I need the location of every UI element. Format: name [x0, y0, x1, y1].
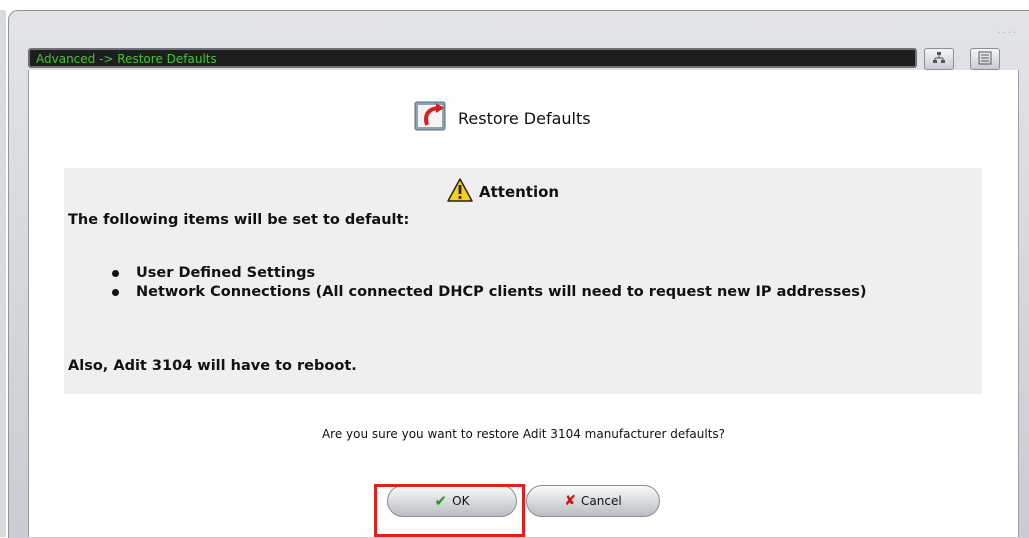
network-map-icon: [932, 50, 946, 69]
cancel-x-icon: ✘: [564, 493, 577, 509]
list-item: User Defined Settings: [112, 264, 896, 283]
list-view-icon: [978, 50, 992, 69]
network-map-button[interactable]: [924, 48, 954, 70]
ok-button-highlight: [374, 484, 525, 537]
cancel-button-label: Cancel: [581, 494, 622, 508]
breadcrumb-bar: Advanced -> Restore Defaults: [28, 48, 917, 68]
attention-intro: The following items will be set to defau…: [68, 212, 410, 228]
page-heading: Restore Defaults: [414, 100, 591, 136]
list-item: Network Connections (All connected DHCP …: [112, 283, 896, 302]
warning-icon: [447, 178, 473, 206]
content-area: Restore Defaults Attention The following…: [28, 70, 1019, 537]
reboot-note: Also, Adit 3104 will have to reboot.: [68, 358, 357, 374]
attention-header: Attention: [447, 178, 559, 206]
restore-icon: [414, 99, 450, 137]
list-view-button[interactable]: [970, 48, 1000, 70]
page-title: Restore Defaults: [458, 108, 591, 128]
resize-grip[interactable]: ....: [997, 25, 1018, 36]
window-left-edge: [0, 10, 6, 537]
breadcrumb: Advanced -> Restore Defaults: [36, 52, 217, 66]
confirm-question: Are you sure you want to restore Adit 31…: [321, 427, 726, 441]
attention-panel: Attention The following items will be se…: [64, 168, 982, 394]
attention-title: Attention: [479, 183, 560, 201]
default-items-list: User Defined Settings Network Connection…: [110, 264, 896, 302]
cancel-button[interactable]: ✘ Cancel: [526, 485, 660, 517]
